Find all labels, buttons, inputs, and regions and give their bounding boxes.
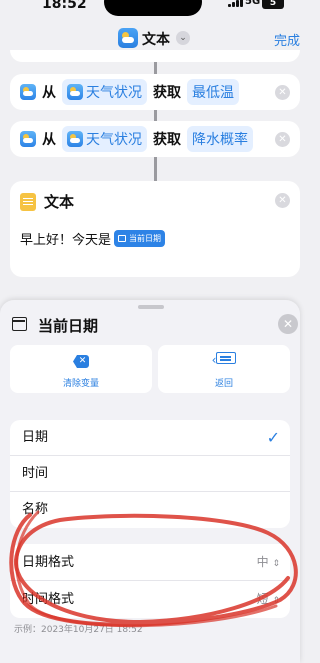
remove-action-icon[interactable]: ✕ (275, 193, 290, 208)
updown-chevron-icon: ⇕ (272, 596, 280, 606)
done-button[interactable]: 完成 (274, 30, 300, 49)
text-content-field[interactable]: 早上好！今天是 当前日期 (20, 229, 166, 248)
format-value: 短 (256, 592, 269, 606)
checkmark-icon: ✓ (266, 428, 280, 447)
variable-sheet: 当前日期 ✕ ✕ 清除变量 ‹ 返回 日期 ✓ 时间 名称 日期格式 中 ⇕ 时间格… (0, 300, 300, 663)
format-label: 日期格式 (22, 555, 75, 570)
remove-action-icon[interactable]: ✕ (275, 85, 290, 100)
option-label: 名称 (22, 502, 49, 517)
connector-line (154, 157, 157, 181)
option-label: 日期 (22, 430, 49, 445)
weather-icon (20, 131, 36, 147)
text-doc-icon (20, 192, 36, 211)
back-label: 返回 (214, 379, 233, 389)
sheet-grabber[interactable] (138, 305, 164, 309)
weather-icon (20, 84, 36, 100)
action-card-precip[interactable]: 从 天气状况 获取 降水概率 ✕ (10, 121, 300, 157)
source-label: 天气状况 (86, 85, 142, 101)
nav-title[interactable]: 文本 (142, 29, 170, 49)
date-format-row[interactable]: 日期格式 中 ⇕ (10, 544, 290, 581)
remove-action-icon[interactable]: ✕ (275, 132, 290, 147)
weather-app-icon (118, 28, 138, 48)
source-token[interactable]: 天气状况 (62, 79, 147, 105)
back-button[interactable]: ‹ 返回 (158, 345, 290, 393)
dynamic-island (104, 0, 202, 16)
calendar-icon (118, 235, 127, 242)
from-label: 从 (42, 132, 56, 148)
source-label: 天气状况 (86, 132, 142, 148)
get-label: 获取 (153, 132, 181, 148)
weather-icon (67, 84, 83, 100)
option-label: 时间 (22, 466, 49, 481)
network-label: 5G (245, 0, 261, 7)
source-token[interactable]: 天气状况 (62, 126, 147, 152)
chevron-down-icon[interactable]: ⌄ (176, 31, 190, 45)
action-card-top (10, 50, 300, 62)
text-action-title: 文本 (44, 193, 75, 211)
status-time: 18:52 (42, 0, 87, 12)
format-label: 时间格式 (22, 592, 75, 607)
detail-token[interactable]: 最低温 (187, 79, 239, 105)
from-label: 从 (42, 85, 56, 101)
option-time[interactable]: 时间 (10, 456, 290, 492)
option-name[interactable]: 名称 (10, 492, 290, 528)
clear-variable-button[interactable]: ✕ 清除变量 (10, 345, 152, 393)
get-label: 获取 (153, 85, 181, 101)
format-list: 日期格式 中 ⇕ 时间格式 短 ⇕ (10, 544, 290, 618)
close-icon[interactable]: ✕ (278, 314, 298, 334)
calendar-icon (12, 317, 27, 331)
option-date[interactable]: 日期 ✓ (10, 420, 290, 456)
connector-line (154, 62, 157, 74)
signal-icon (228, 0, 243, 7)
format-value: 中 (256, 555, 269, 569)
text-content: 早上好！今天是 (20, 233, 112, 248)
date-type-list: 日期 ✓ 时间 名称 (10, 420, 290, 528)
current-date-variable[interactable]: 当前日期 (114, 230, 166, 247)
action-card-min-temp[interactable]: 从 天气状况 获取 最低温 ✕ (10, 74, 300, 110)
weather-icon (67, 131, 83, 147)
variable-label: 当前日期 (129, 234, 162, 243)
clear-icon: ✕ (73, 355, 89, 368)
format-preview: 示例：2023年10月27日 18:52 (14, 625, 143, 635)
text-action-card[interactable]: 文本 ✕ 早上好！今天是 当前日期 (10, 181, 300, 277)
status-bar: 18:52 5G 5 (0, 0, 300, 22)
sheet-title: 当前日期 (38, 317, 99, 335)
battery-icon: 5 (262, 0, 284, 9)
detail-token[interactable]: 降水概率 (187, 126, 253, 152)
connector-line (154, 110, 157, 121)
time-format-row[interactable]: 时间格式 短 ⇕ (10, 581, 290, 618)
updown-chevron-icon: ⇕ (272, 559, 280, 569)
keyboard-icon (216, 352, 237, 364)
clear-variable-label: 清除变量 (62, 379, 99, 389)
